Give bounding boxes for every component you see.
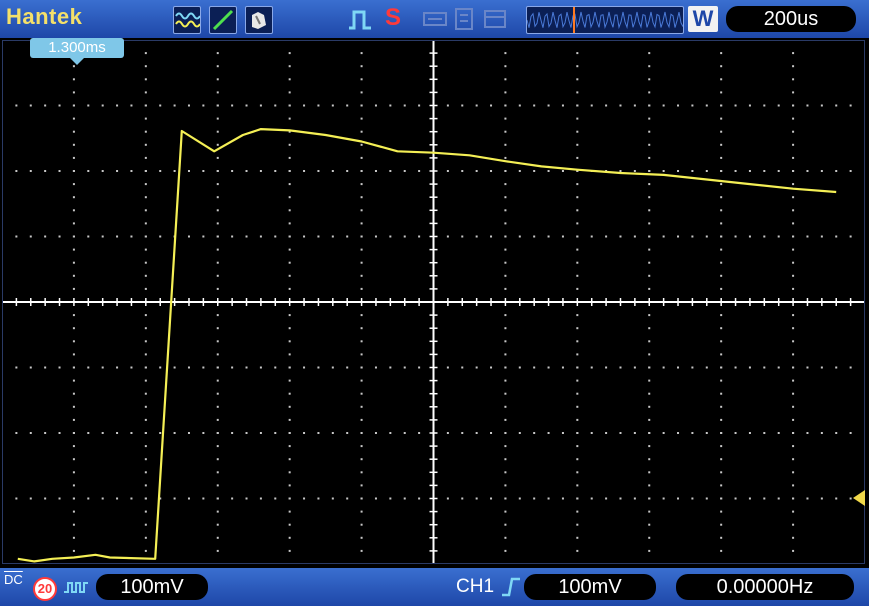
coupling-label: DC — [4, 572, 23, 587]
persistence-icon[interactable] — [245, 6, 273, 34]
ch1-scale-value: 100mV — [96, 574, 208, 600]
oscilloscope-screen: Hantek S W 200us 1.300ms DC 20 100mV CH1… — [0, 0, 869, 606]
disabled-icon-2 — [452, 7, 476, 31]
frequency-value: 0.00000Hz — [676, 574, 854, 600]
graticule-axes — [2, 40, 865, 564]
trigger-source-label: CH1 — [456, 576, 495, 597]
disabled-icon-3 — [482, 7, 506, 31]
cursor-time-badge[interactable]: 1.300ms — [30, 38, 124, 58]
stop-icon[interactable]: S — [385, 4, 401, 32]
disabled-icon-1 — [422, 7, 447, 31]
rising-edge-icon — [500, 575, 522, 604]
memory-position-marker — [573, 7, 575, 33]
memory-waveform-preview — [527, 11, 683, 30]
trigger-level-value: 100mV — [524, 574, 656, 600]
waveform-icon[interactable] — [173, 6, 201, 34]
brand-logo: Hantek — [6, 4, 83, 29]
trigger-level-marker[interactable] — [853, 490, 865, 506]
waveform-graticule — [2, 40, 865, 564]
bottom-status-bar: DC 20 100mV CH1 100mV 0.00000Hz — [0, 568, 869, 606]
memory-position-indicator[interactable] — [526, 6, 684, 34]
timebase-value: 200us — [726, 6, 856, 32]
ch1-trace — [17, 127, 837, 563]
pulse-trigger-icon[interactable] — [346, 6, 374, 37]
bandwidth-limit-badge[interactable]: 20 — [33, 577, 57, 601]
top-status-bar: Hantek S W 200us — [0, 0, 869, 38]
window-mode-button[interactable]: W — [688, 6, 718, 32]
cursor-pointer — [70, 58, 84, 65]
channel-wave-icon — [62, 578, 90, 603]
line-display-icon[interactable] — [209, 6, 237, 34]
